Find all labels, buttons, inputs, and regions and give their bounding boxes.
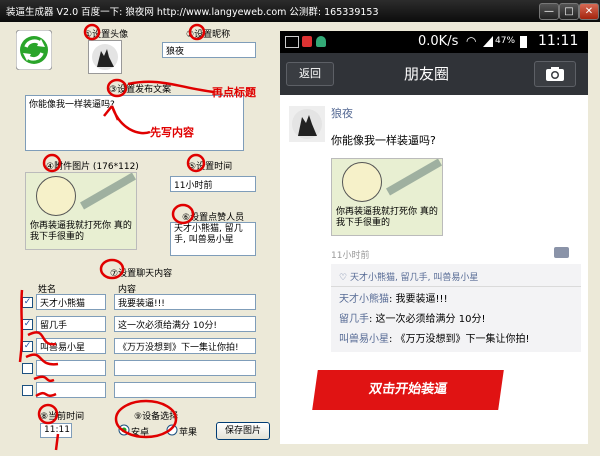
comment-text: : 这一次必须给满分 10分! bbox=[369, 314, 486, 325]
app-notify-icon bbox=[302, 36, 312, 47]
wifi-icon: ◠ bbox=[466, 34, 477, 48]
comment-author[interactable]: 天才小熊猫 bbox=[339, 294, 389, 305]
post-nickname[interactable]: 狼夜 bbox=[331, 105, 353, 121]
comment-text: : 我要装逼!!! bbox=[389, 294, 448, 305]
start-banner[interactable]: 双击开始装逼 bbox=[312, 370, 504, 410]
wechat-header: 返回 朋友圈 bbox=[280, 53, 588, 95]
comment-author[interactable]: 留几手 bbox=[339, 314, 369, 325]
meme-caption: 你再装逼我就打死你 真的 我下手很重的 bbox=[336, 207, 438, 228]
click-title-annotation: 再点标题 bbox=[212, 86, 256, 99]
maximize-button[interactable]: □ bbox=[559, 3, 579, 20]
status-clock: 11:11 bbox=[538, 33, 579, 49]
comment-author[interactable]: 叫兽易小星 bbox=[339, 334, 389, 345]
likes-row: ♡ 天才小熊猫, 留几手, 叫兽易小星 bbox=[339, 270, 478, 283]
write-content-annotation: 先写内容 bbox=[150, 126, 194, 139]
battery-icon bbox=[520, 36, 527, 48]
back-button[interactable]: 返回 bbox=[286, 62, 334, 86]
shield-icon bbox=[316, 36, 326, 47]
comment-line: 留几手: 这一次必须给满分 10分! bbox=[339, 310, 485, 325]
close-button[interactable]: ✕ bbox=[579, 3, 599, 20]
post-text: 你能像我一样装逼吗? bbox=[331, 134, 436, 147]
comment-line: 天才小熊猫: 我要装逼!!! bbox=[339, 290, 448, 305]
camera-button[interactable] bbox=[534, 61, 576, 87]
heart-icon: ♡ bbox=[339, 273, 350, 283]
camera-icon bbox=[546, 67, 564, 81]
sword-icon bbox=[386, 159, 442, 196]
wolf-avatar-icon bbox=[292, 109, 322, 139]
likes-text: 天才小熊猫, 留几手, 叫兽易小星 bbox=[349, 273, 479, 283]
meme-face-icon bbox=[342, 162, 382, 202]
image-notify-icon bbox=[285, 36, 299, 48]
title-bar: 装逼生成器 V2.0 百度一下: 狼夜网 http://www.langyewe… bbox=[0, 0, 600, 22]
status-bar: 0.0K/s ◠ 47% 11:11 bbox=[280, 31, 588, 53]
comment-line: 叫兽易小星: 《万万没想到》下一集让你拍! bbox=[339, 330, 530, 345]
post-image[interactable]: 你再装逼我就打死你 真的 我下手很重的 bbox=[331, 158, 443, 236]
network-speed: 0.0K/s bbox=[418, 34, 459, 49]
comment-menu-icon[interactable] bbox=[554, 247, 569, 258]
post-avatar[interactable] bbox=[289, 106, 325, 142]
signal-icon bbox=[483, 36, 493, 47]
interaction-box: ♡ 天才小熊猫, 留几手, 叫兽易小星 天才小熊猫: 我要装逼!!! 留几手: … bbox=[331, 264, 581, 352]
divider bbox=[331, 286, 581, 287]
window-title: 装逼生成器 V2.0 百度一下: 狼夜网 http://www.langyewe… bbox=[6, 7, 379, 18]
post-time: 11小时前 bbox=[331, 251, 370, 261]
comment-text: : 《万万没想到》下一集让你拍! bbox=[389, 334, 530, 345]
battery-level: 47% bbox=[495, 36, 516, 46]
header-title: 朋友圈 bbox=[404, 65, 450, 83]
minimize-button[interactable]: — bbox=[539, 3, 559, 20]
